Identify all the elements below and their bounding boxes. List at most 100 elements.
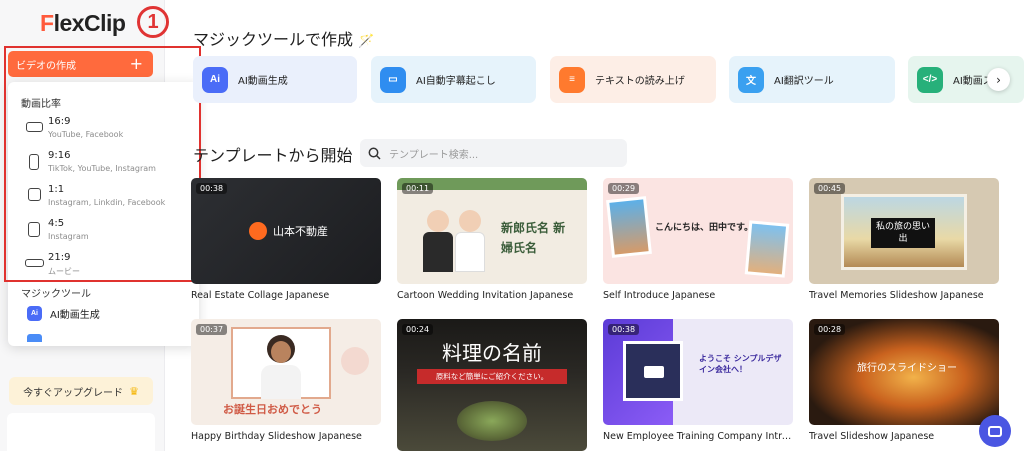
template-card-birthday[interactable]: お誕生日おめでとう 00:37 Happy Birthday Slideshow… <box>191 319 381 442</box>
bride-figure <box>459 210 481 232</box>
thumb-text: ようこそ シンプルデザイン会社へ！ <box>699 354 782 374</box>
template-card-wedding[interactable]: 新郎氏名 新婦氏名 00:11 Cartoon Wedding Invitati… <box>397 178 587 301</box>
duration-badge: 00:29 <box>608 183 640 194</box>
template-title: Travel Memories Slideshow Japanese <box>809 290 984 301</box>
template-title: Cartoon Wedding Invitation Japanese <box>397 290 574 301</box>
tool-text-to-speech[interactable]: ≡ テキストの読み上げ <box>550 56 716 103</box>
ratio-platforms: ムービー <box>48 267 80 276</box>
duration-badge: 00:24 <box>402 324 434 335</box>
thumb-text: 料理の名前 <box>442 341 542 365</box>
annotation-number: 1 <box>137 6 169 38</box>
thumb-text: 私の旅の思い出 <box>871 218 935 248</box>
person-body <box>261 365 301 399</box>
support-chat-button[interactable] <box>979 415 1011 447</box>
template-thumbnail[interactable]: 私の旅の思い出 00:45 <box>809 178 999 284</box>
plus-icon: + <box>129 54 143 73</box>
bride-dress <box>455 232 485 272</box>
duration-badge: 00:45 <box>814 183 846 194</box>
search-placeholder: テンプレート検索... <box>389 149 479 161</box>
search-icon <box>368 147 381 160</box>
create-video-button[interactable]: ビデオの作成 + <box>8 51 153 77</box>
ratio-platforms: TikTok, YouTube, Instagram <box>48 164 156 173</box>
ratio-option-16-9[interactable]: 16:9 YouTube, Facebook <box>8 116 199 150</box>
template-thumbnail[interactable]: こんにちは、田中です。 00:29 <box>603 178 793 284</box>
ratio-option-21-9[interactable]: 21:9 ムービー <box>8 252 199 286</box>
sidebar-item-ai-video[interactable]: Ai AI動画生成 <box>27 306 100 321</box>
chat-icon <box>988 425 1002 437</box>
template-title: Happy Birthday Slideshow Japanese <box>191 431 362 442</box>
template-thumbnail[interactable]: 料理の名前 原料など簡単にご紹介ください。 00:24 <box>397 319 587 451</box>
groom-figure <box>427 210 449 232</box>
person-face <box>271 341 291 363</box>
portrait-ratio-icon <box>29 154 39 170</box>
flexclip-logo[interactable]: FlexClip <box>40 10 126 37</box>
speech-icon: ≡ <box>559 66 585 93</box>
magic-section-title: マジックツールで作成 🪄 <box>193 26 374 50</box>
ratio-label: 16:9 <box>48 116 71 127</box>
template-title: Real Estate Collage Japanese <box>191 290 330 301</box>
subtitle-icon <box>27 334 42 342</box>
template-thumbnail[interactable]: 山本不動産 00:38 <box>191 178 381 284</box>
thumb-subtext: 原料など簡単にご紹介ください。 <box>417 369 567 384</box>
widescreen-ratio-icon <box>25 259 44 267</box>
translate-icon: 文 <box>738 66 764 93</box>
landscape-ratio-icon <box>26 122 43 132</box>
tool-label: AI動画生成 <box>238 76 288 87</box>
ratio-label: 4:5 <box>48 218 65 229</box>
photo-image <box>747 223 787 275</box>
sidebar-item-label: AI動画生成 <box>50 310 100 321</box>
crown-icon: ♛ <box>129 384 139 398</box>
ai-video-icon: Ai <box>202 66 228 93</box>
groom-suit <box>423 232 453 272</box>
duration-badge: 00:37 <box>196 324 228 335</box>
ratio-label: 21:9 <box>48 252 71 263</box>
ratio-option-4-5[interactable]: 4:5 Instagram <box>8 218 199 252</box>
duration-badge: 00:38 <box>196 183 228 194</box>
ratio-option-9-16[interactable]: 9:16 TikTok, YouTube, Instagram <box>8 150 199 184</box>
aspect-ratio-header: 動画比率 <box>21 99 61 110</box>
tool-ai-video[interactable]: Ai AI動画生成 <box>193 56 357 103</box>
ratio-platforms: Instagram <box>48 232 89 241</box>
template-card-real-estate[interactable]: 山本不動産 00:38 Real Estate Collage Japanese <box>191 178 381 301</box>
magic-tools-header: マジックツール <box>21 289 91 300</box>
template-title: Travel Slideshow Japanese <box>809 431 935 442</box>
magic-wand-icon: 🪄 <box>358 34 375 49</box>
template-card-self-introduce[interactable]: こんにちは、田中です。 00:29 Self Introduce Japanes… <box>603 178 793 301</box>
ratio-label: 1:1 <box>48 184 65 195</box>
building-logo-icon <box>249 222 267 240</box>
photo-image <box>609 199 649 255</box>
tool-label: AI自動字幕起こし <box>416 76 496 87</box>
template-title: New Employee Training Company Introducti… <box>603 431 793 442</box>
template-card-travel-memories[interactable]: 私の旅の思い出 00:45 Travel Memories Slideshow … <box>809 178 999 301</box>
ratio-platforms: Instagram, Linkdin, Facebook <box>48 198 166 207</box>
duration-badge: 00:11 <box>402 183 434 194</box>
ratio-option-1-1[interactable]: 1:1 Instagram, Linkdin, Facebook <box>8 184 199 218</box>
tool-ai-translate[interactable]: 文 AI翻訳ツール <box>729 56 895 103</box>
portrait-ratio-icon <box>28 222 40 237</box>
duration-badge: 00:38 <box>608 324 640 335</box>
thumb-text: お誕生日おめでとう <box>223 403 322 416</box>
thumb-text: 旅行のスライドショー <box>857 363 957 374</box>
template-card-employee-training[interactable]: ようこそ シンプルデザイン会社へ！ 00:38 New Employee Tra… <box>603 319 793 442</box>
template-title: Self Introduce Japanese <box>603 290 716 301</box>
template-thumbnail[interactable]: 旅行のスライドショー 00:28 <box>809 319 999 425</box>
template-thumbnail[interactable]: 新郎氏名 新婦氏名 00:11 <box>397 178 587 284</box>
template-search-input[interactable]: テンプレート検索... <box>360 139 627 167</box>
template-thumbnail[interactable]: お誕生日おめでとう 00:37 <box>191 319 381 425</box>
upgrade-button[interactable]: 今すぐアップグレード ♛ <box>9 377 153 405</box>
thumb-text: 山本不動産 <box>273 225 328 238</box>
tool-label: テキストの読み上げ <box>595 76 685 87</box>
building-photo <box>623 341 683 401</box>
ai-video-icon: Ai <box>27 306 42 321</box>
template-card-travel-slideshow[interactable]: 旅行のスライドショー 00:28 Travel Slideshow Japane… <box>809 319 999 442</box>
templates-section-title: テンプレートから開始 <box>193 146 353 165</box>
carousel-next-button[interactable]: › <box>987 68 1010 91</box>
tool-auto-subtitle[interactable]: ▭ AI自動字幕起こし <box>371 56 536 103</box>
template-thumbnail[interactable]: ようこそ シンプルデザイン会社へ！ 00:38 <box>603 319 793 425</box>
thumb-text: こんにちは、田中です。 <box>655 223 754 233</box>
food-dish <box>457 401 527 441</box>
ai-script-icon: </> <box>917 66 943 93</box>
template-card-cooking[interactable]: 料理の名前 原料など簡単にご紹介ください。 00:24 <box>397 319 587 451</box>
tool-label: AI翻訳ツール <box>774 76 834 87</box>
photo-card <box>606 196 652 258</box>
